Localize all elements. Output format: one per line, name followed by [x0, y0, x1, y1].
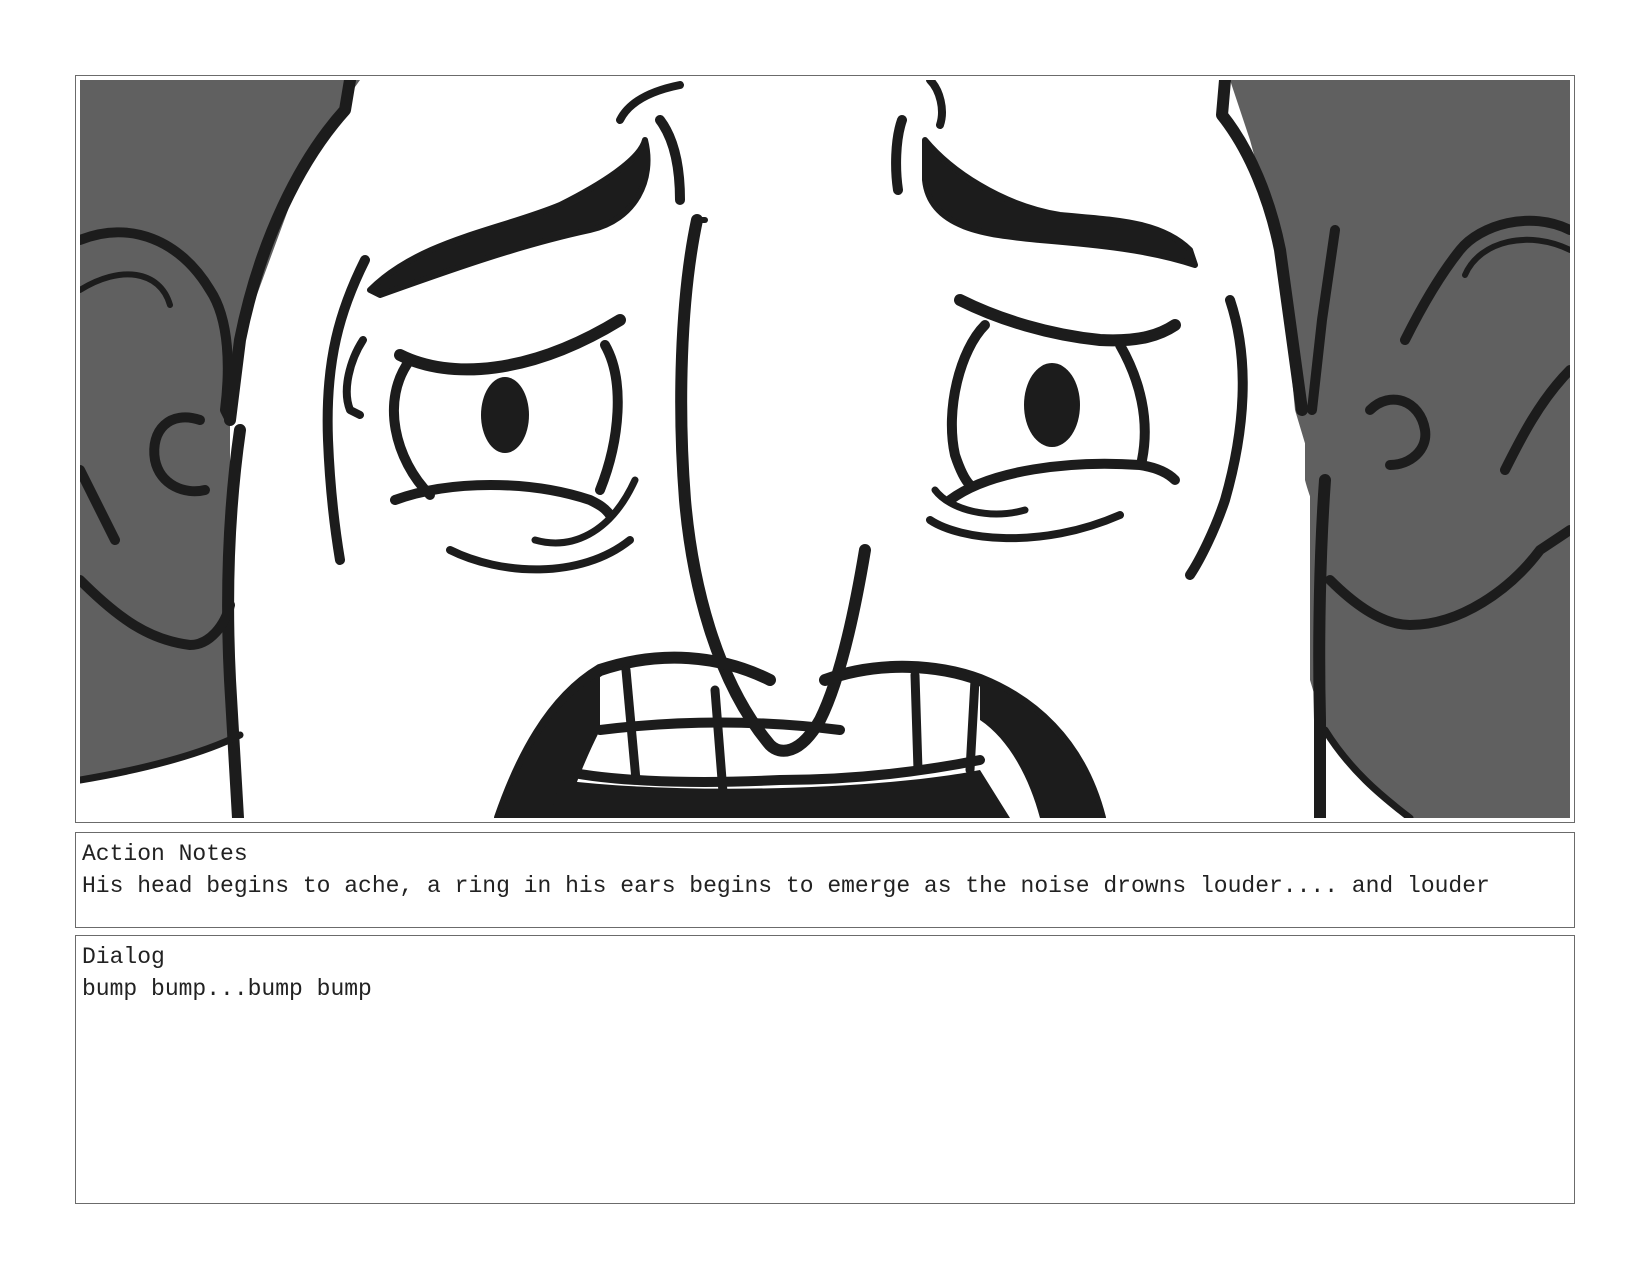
- dialog-box: Dialog bump bump...bump bump: [75, 935, 1575, 1204]
- storyboard-panel: [75, 75, 1575, 823]
- dialog-text: bump bump...bump bump: [82, 976, 372, 1002]
- action-notes-label: Action Notes: [82, 841, 248, 867]
- dialog-label: Dialog: [82, 944, 165, 970]
- action-notes-text: His head begins to ache, a ring in his e…: [82, 873, 1490, 899]
- action-notes-box: Action Notes His head begins to ache, a …: [75, 832, 1575, 928]
- face-sketch-image: [80, 80, 1570, 818]
- panel-drawing: [80, 80, 1570, 818]
